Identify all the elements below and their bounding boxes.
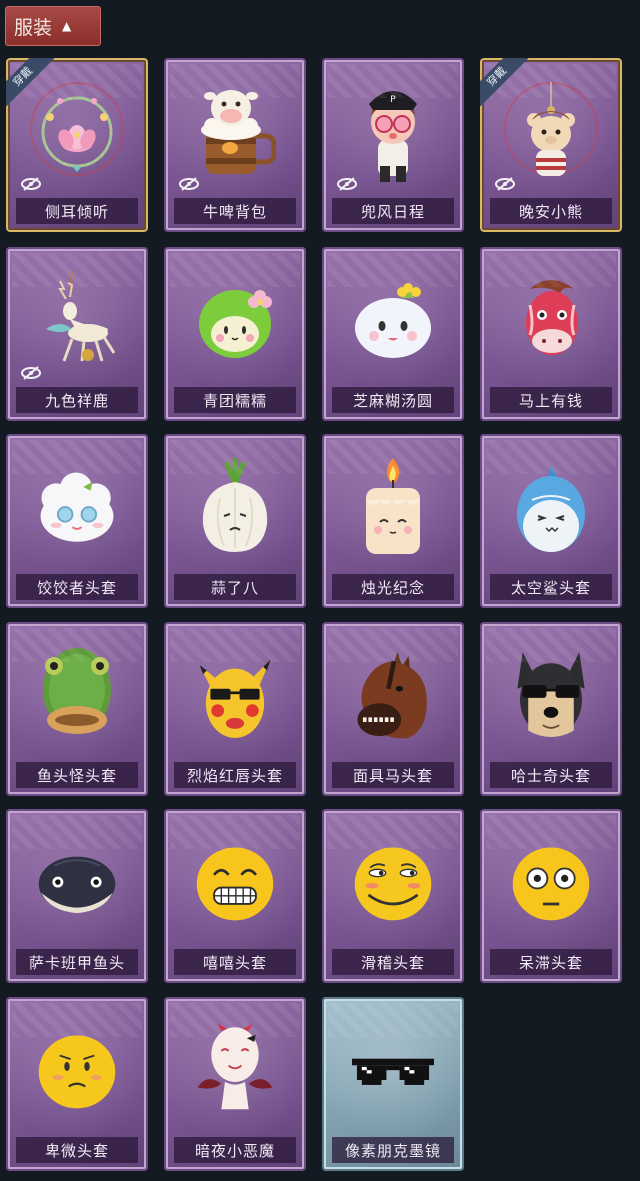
costume-card[interactable]: 呆滞头套 — [480, 809, 622, 983]
costume-card-label: 芝麻糊汤圆 — [332, 387, 454, 413]
pink-glasses-girl-icon: P — [352, 80, 434, 184]
costume-card[interactable]: 暗夜小恶魔 — [164, 997, 306, 1171]
eye-hidden-icon[interactable] — [20, 176, 42, 191]
eye-hidden-icon[interactable] — [20, 365, 42, 380]
svg-text:P: P — [390, 95, 396, 105]
costume-card[interactable]: 烈焰红唇头套 — [164, 622, 306, 796]
costume-card-label: 暗夜小恶魔 — [174, 1137, 296, 1163]
white-dumpling-icon — [352, 269, 434, 373]
costume-card-label: 鱼头怪头套 — [16, 762, 138, 788]
costume-card-label: 蒜了八 — [174, 574, 296, 600]
green-rice-ball-icon — [194, 269, 276, 373]
eye-hidden-icon[interactable] — [336, 176, 358, 191]
costume-card-label: 青团糯糯 — [174, 387, 296, 413]
costume-card[interactable]: 烛光纪念 — [322, 434, 464, 608]
cow-beer-mug-icon — [194, 80, 276, 184]
humble-emoji-icon — [36, 1019, 118, 1123]
costume-tab[interactable]: 服装 ▲ — [5, 6, 101, 46]
costume-card-label: 烛光纪念 — [332, 574, 454, 600]
costume-card-label: 马上有钱 — [490, 387, 612, 413]
costume-card[interactable]: 饺饺者头套 — [6, 434, 148, 608]
costume-card-label: 像素朋克墨镜 — [332, 1137, 454, 1163]
costume-card-label: 卑微头套 — [16, 1137, 138, 1163]
husky-mask-icon — [510, 644, 592, 748]
smirk-emoji-icon — [352, 831, 434, 935]
costume-card[interactable]: 太空鲨头套 — [480, 434, 622, 608]
grin-emoji-icon — [194, 831, 276, 935]
costume-card-label: 面具马头套 — [332, 762, 454, 788]
costume-card-label: 晚安小熊 — [490, 198, 612, 224]
costume-card[interactable]: 穿戴 晚安小熊 — [480, 58, 622, 232]
costume-card[interactable]: 穿戴 侧耳倾听 — [6, 58, 148, 232]
costume-card[interactable]: P 兜风日程 — [322, 58, 464, 232]
costume-card-label: 萨卡班甲鱼头 — [16, 949, 138, 975]
costume-card-label: 烈焰红唇头套 — [174, 762, 296, 788]
costume-card-label: 九色祥鹿 — [16, 387, 138, 413]
red-horse-icon — [510, 269, 592, 373]
costume-card-label: 侧耳倾听 — [16, 198, 138, 224]
yellow-mask-icon — [194, 644, 276, 748]
costume-card-label: 饺饺者头套 — [16, 574, 138, 600]
costume-card-label: 牛啤背包 — [174, 198, 296, 224]
costume-card[interactable]: 九色祥鹿 — [6, 247, 148, 421]
eye-hidden-icon[interactable] — [494, 176, 516, 191]
little-devil-icon — [194, 1019, 276, 1123]
costume-card-label: 呆滞头套 — [490, 949, 612, 975]
costume-card-label: 哈士奇头套 — [490, 762, 612, 788]
costume-card[interactable]: 滑稽头套 — [322, 809, 464, 983]
pixel-sunglasses-icon — [352, 1019, 434, 1123]
fish-mask-icon — [36, 644, 118, 748]
chevron-up-icon: ▲ — [62, 19, 72, 33]
dazed-emoji-icon — [510, 831, 592, 935]
lotus-wreath-icon — [36, 80, 118, 184]
candle-head-icon — [352, 456, 434, 560]
garlic-head-icon — [194, 456, 276, 560]
costume-card[interactable]: 萨卡班甲鱼头 — [6, 809, 148, 983]
costume-card[interactable]: 嘻嘻头套 — [164, 809, 306, 983]
costume-card-label: 滑稽头套 — [332, 949, 454, 975]
costume-card[interactable]: 青团糯糯 — [164, 247, 306, 421]
costume-card[interactable]: 哈士奇头套 — [480, 622, 622, 796]
costume-card[interactable]: 蒜了八 — [164, 434, 306, 608]
deer-charm-icon — [36, 269, 118, 373]
eye-hidden-icon[interactable] — [178, 176, 200, 191]
costume-card-label: 兜风日程 — [332, 198, 454, 224]
costume-card[interactable]: 芝麻糊汤圆 — [322, 247, 464, 421]
costume-card[interactable]: 鱼头怪头套 — [6, 622, 148, 796]
costume-card[interactable]: 卑微头套 — [6, 997, 148, 1171]
costume-card[interactable]: 像素朋克墨镜 — [322, 997, 464, 1171]
costume-tab-label: 服装 — [14, 16, 53, 39]
horse-mask-icon — [352, 644, 434, 748]
costume-card-label: 太空鲨头套 — [490, 574, 612, 600]
bear-charm-icon — [510, 80, 592, 184]
costume-card[interactable]: 面具马头套 — [322, 622, 464, 796]
costume-card[interactable]: 马上有钱 — [480, 247, 622, 421]
fish-head-icon — [36, 831, 118, 935]
shark-head-icon — [510, 456, 592, 560]
dumpling-head-icon — [36, 456, 118, 560]
costume-card-label: 嘻嘻头套 — [174, 949, 296, 975]
costume-card[interactable]: 牛啤背包 — [164, 58, 306, 232]
